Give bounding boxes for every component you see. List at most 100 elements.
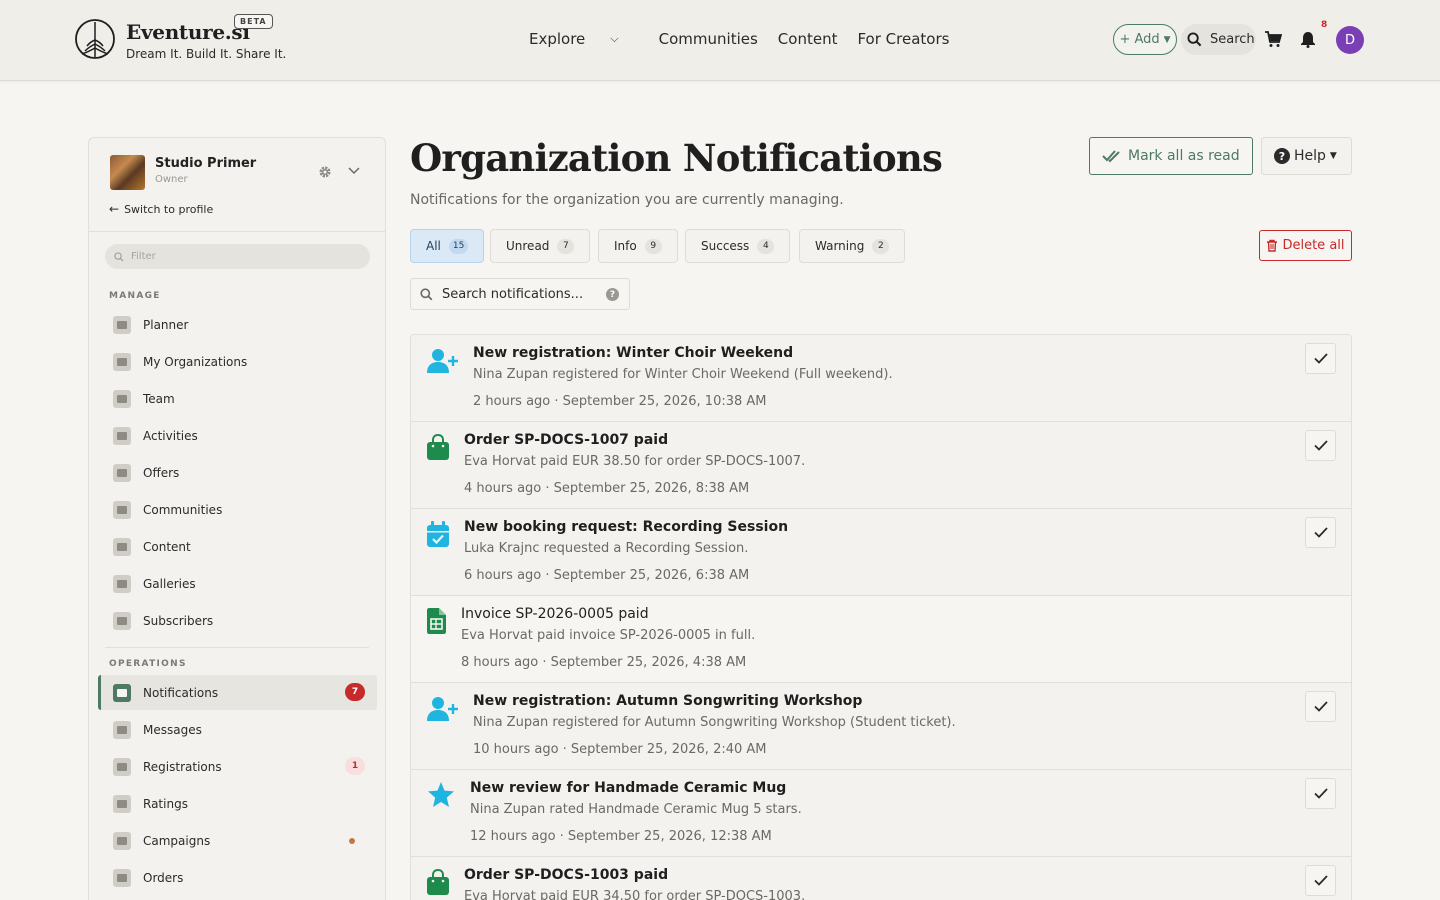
- sidebar-item-subscribers[interactable]: Subscribers: [98, 603, 377, 638]
- mark-read-button[interactable]: [1305, 517, 1336, 548]
- tab-success[interactable]: Success 4: [685, 229, 791, 263]
- org-role: Owner: [155, 174, 188, 185]
- star-icon: [428, 782, 454, 807]
- sidebar-item-label: Campaigns: [143, 833, 211, 848]
- logo[interactable]: [74, 18, 116, 60]
- tree-logo-icon: [75, 19, 115, 59]
- envelope-icon: [113, 720, 131, 739]
- sidebar-item-notifications[interactable]: Notifications 7: [98, 675, 377, 710]
- question-circle-icon[interactable]: ?: [606, 288, 619, 301]
- tab-count: 4: [757, 238, 775, 254]
- sidebar-item-label: Communities: [143, 502, 223, 517]
- sidebar-item-my-organizations[interactable]: My Organizations: [98, 344, 377, 379]
- sidebar-item-label: Activities: [143, 428, 198, 443]
- arrow-left-icon: ←: [109, 202, 120, 216]
- main-nav: Explore ⌵ Communities Content For Creator…: [529, 30, 969, 48]
- nav-content[interactable]: Content: [778, 30, 838, 48]
- sidebar: Studio Primer Owner ← Switch to profile F…: [88, 137, 386, 900]
- sidebar-item-offers[interactable]: Offers: [98, 455, 377, 490]
- calendar-icon: [113, 315, 131, 334]
- notification-body: Eva Horvat paid EUR 34.50 for order SP-D…: [464, 889, 806, 900]
- notification-title: New review for Handmade Ceramic Mug: [470, 780, 787, 796]
- user-plus-icon: [427, 349, 458, 373]
- sidebar-item-activities[interactable]: Activities: [98, 418, 377, 453]
- sidebar-item-galleries[interactable]: Galleries: [98, 566, 377, 601]
- sidebar-item-orders[interactable]: Orders: [98, 860, 377, 895]
- avatar[interactable]: D: [1336, 26, 1364, 54]
- delete-all-label: Delete all: [1282, 238, 1345, 253]
- sidebar-item-label: Planner: [143, 317, 189, 332]
- gear-icon[interactable]: [318, 165, 332, 179]
- notification-body: Nina Zupan registered for Autumn Songwri…: [473, 715, 956, 730]
- tab-count: 15: [448, 238, 469, 254]
- tab-all[interactable]: All 15: [410, 229, 485, 263]
- search-notifications-input[interactable]: Search notifications... ?: [410, 278, 630, 310]
- filter-input[interactable]: Filter: [105, 244, 370, 269]
- sidebar-item-registrations[interactable]: Registrations 1: [98, 749, 377, 784]
- notification-item[interactable]: New booking request: Recording Session L…: [411, 509, 1351, 596]
- notification-title: New registration: Autumn Songwriting Wor…: [473, 693, 863, 709]
- notification-time: 4 hours ago · September 25, 2026, 8:38 A…: [464, 481, 750, 496]
- notification-title: Order SP-DOCS-1003 paid: [464, 867, 669, 883]
- unread-badge: 7: [345, 683, 365, 701]
- count-badge: 1: [345, 757, 365, 775]
- sidebar-item-messages[interactable]: Messages: [98, 712, 377, 747]
- help-button[interactable]: ? Help ▼: [1261, 137, 1352, 175]
- mark-read-button[interactable]: [1305, 430, 1336, 461]
- page-title: Organization Notifications: [410, 136, 943, 180]
- sidebar-item-communities[interactable]: Communities: [98, 492, 377, 527]
- tab-unread[interactable]: Unread 7: [490, 229, 591, 263]
- sidebar-item-label: Registrations: [143, 759, 222, 774]
- notifications-list: New registration: Winter Choir Weekend N…: [410, 334, 1352, 900]
- running-icon: [113, 426, 131, 445]
- mark-read-button[interactable]: [1305, 691, 1336, 722]
- tab-label: Success: [701, 239, 750, 253]
- sidebar-item-planner[interactable]: Planner: [98, 307, 377, 342]
- sidebar-item-label: Subscribers: [143, 613, 214, 628]
- shopping-bag-icon: [113, 868, 131, 887]
- notification-item[interactable]: New review for Handmade Ceramic Mug Nina…: [411, 770, 1351, 857]
- notification-item[interactable]: New registration: Winter Choir Weekend N…: [411, 335, 1351, 422]
- brand-name[interactable]: Eventure.si: [126, 20, 250, 44]
- images-icon: [113, 574, 131, 593]
- nav-explore[interactable]: Explore ⌵: [529, 30, 639, 48]
- sidebar-item-ratings[interactable]: Ratings: [98, 786, 377, 821]
- mark-all-read-button[interactable]: Mark all as read: [1089, 137, 1253, 175]
- notification-time: 10 hours ago · September 25, 2026, 2:40 …: [473, 742, 767, 757]
- tab-label: Warning: [815, 239, 865, 253]
- notification-item[interactable]: Order SP-DOCS-1003 paid Eva Horvat paid …: [411, 857, 1351, 900]
- search-button[interactable]: Search: [1181, 24, 1256, 55]
- notification-time: 6 hours ago · September 25, 2026, 6:38 A…: [464, 568, 750, 583]
- tag-icon: [113, 463, 131, 482]
- tab-info[interactable]: Info 9: [598, 229, 678, 263]
- check-icon: [1313, 875, 1328, 886]
- nav-for-creators[interactable]: For Creators: [857, 30, 949, 48]
- mark-read-button[interactable]: [1305, 865, 1336, 896]
- sidebar-item-content[interactable]: Content: [98, 529, 377, 564]
- switch-to-profile-link[interactable]: ← Switch to profile: [109, 202, 213, 216]
- tab-warning[interactable]: Warning 2: [799, 229, 906, 263]
- add-button[interactable]: + Add ▼: [1113, 24, 1177, 55]
- tab-label: Info: [614, 239, 637, 253]
- cart-icon[interactable]: [1264, 30, 1282, 48]
- sidebar-item-label: My Organizations: [143, 354, 248, 369]
- sidebar-item-campaigns[interactable]: Campaigns: [98, 823, 377, 858]
- check-icon: [1313, 701, 1328, 712]
- mark-all-read-label: Mark all as read: [1128, 148, 1240, 164]
- chevron-down-icon[interactable]: [348, 167, 360, 175]
- bell-icon[interactable]: [1300, 31, 1316, 48]
- notification-time: 2 hours ago · September 25, 2026, 10:38 …: [473, 394, 767, 409]
- nav-communities[interactable]: Communities: [659, 30, 758, 48]
- section-label-manage: MANAGE: [109, 291, 161, 301]
- mark-read-button[interactable]: [1305, 778, 1336, 809]
- notification-item[interactable]: Invoice SP-2026-0005 paid Eva Horvat pai…: [411, 596, 1351, 683]
- notification-item[interactable]: Order SP-DOCS-1007 paid Eva Horvat paid …: [411, 422, 1351, 509]
- caret-down-icon: ▼: [1163, 34, 1171, 45]
- check-icon: [1313, 353, 1328, 364]
- sidebar-item-label: Content: [143, 539, 191, 554]
- notification-item[interactable]: New registration: Autumn Songwriting Wor…: [411, 683, 1351, 770]
- switch-label: Switch to profile: [124, 202, 214, 216]
- mark-read-button[interactable]: [1305, 343, 1336, 374]
- delete-all-button[interactable]: Delete all: [1259, 230, 1352, 261]
- sidebar-item-team[interactable]: Team: [98, 381, 377, 416]
